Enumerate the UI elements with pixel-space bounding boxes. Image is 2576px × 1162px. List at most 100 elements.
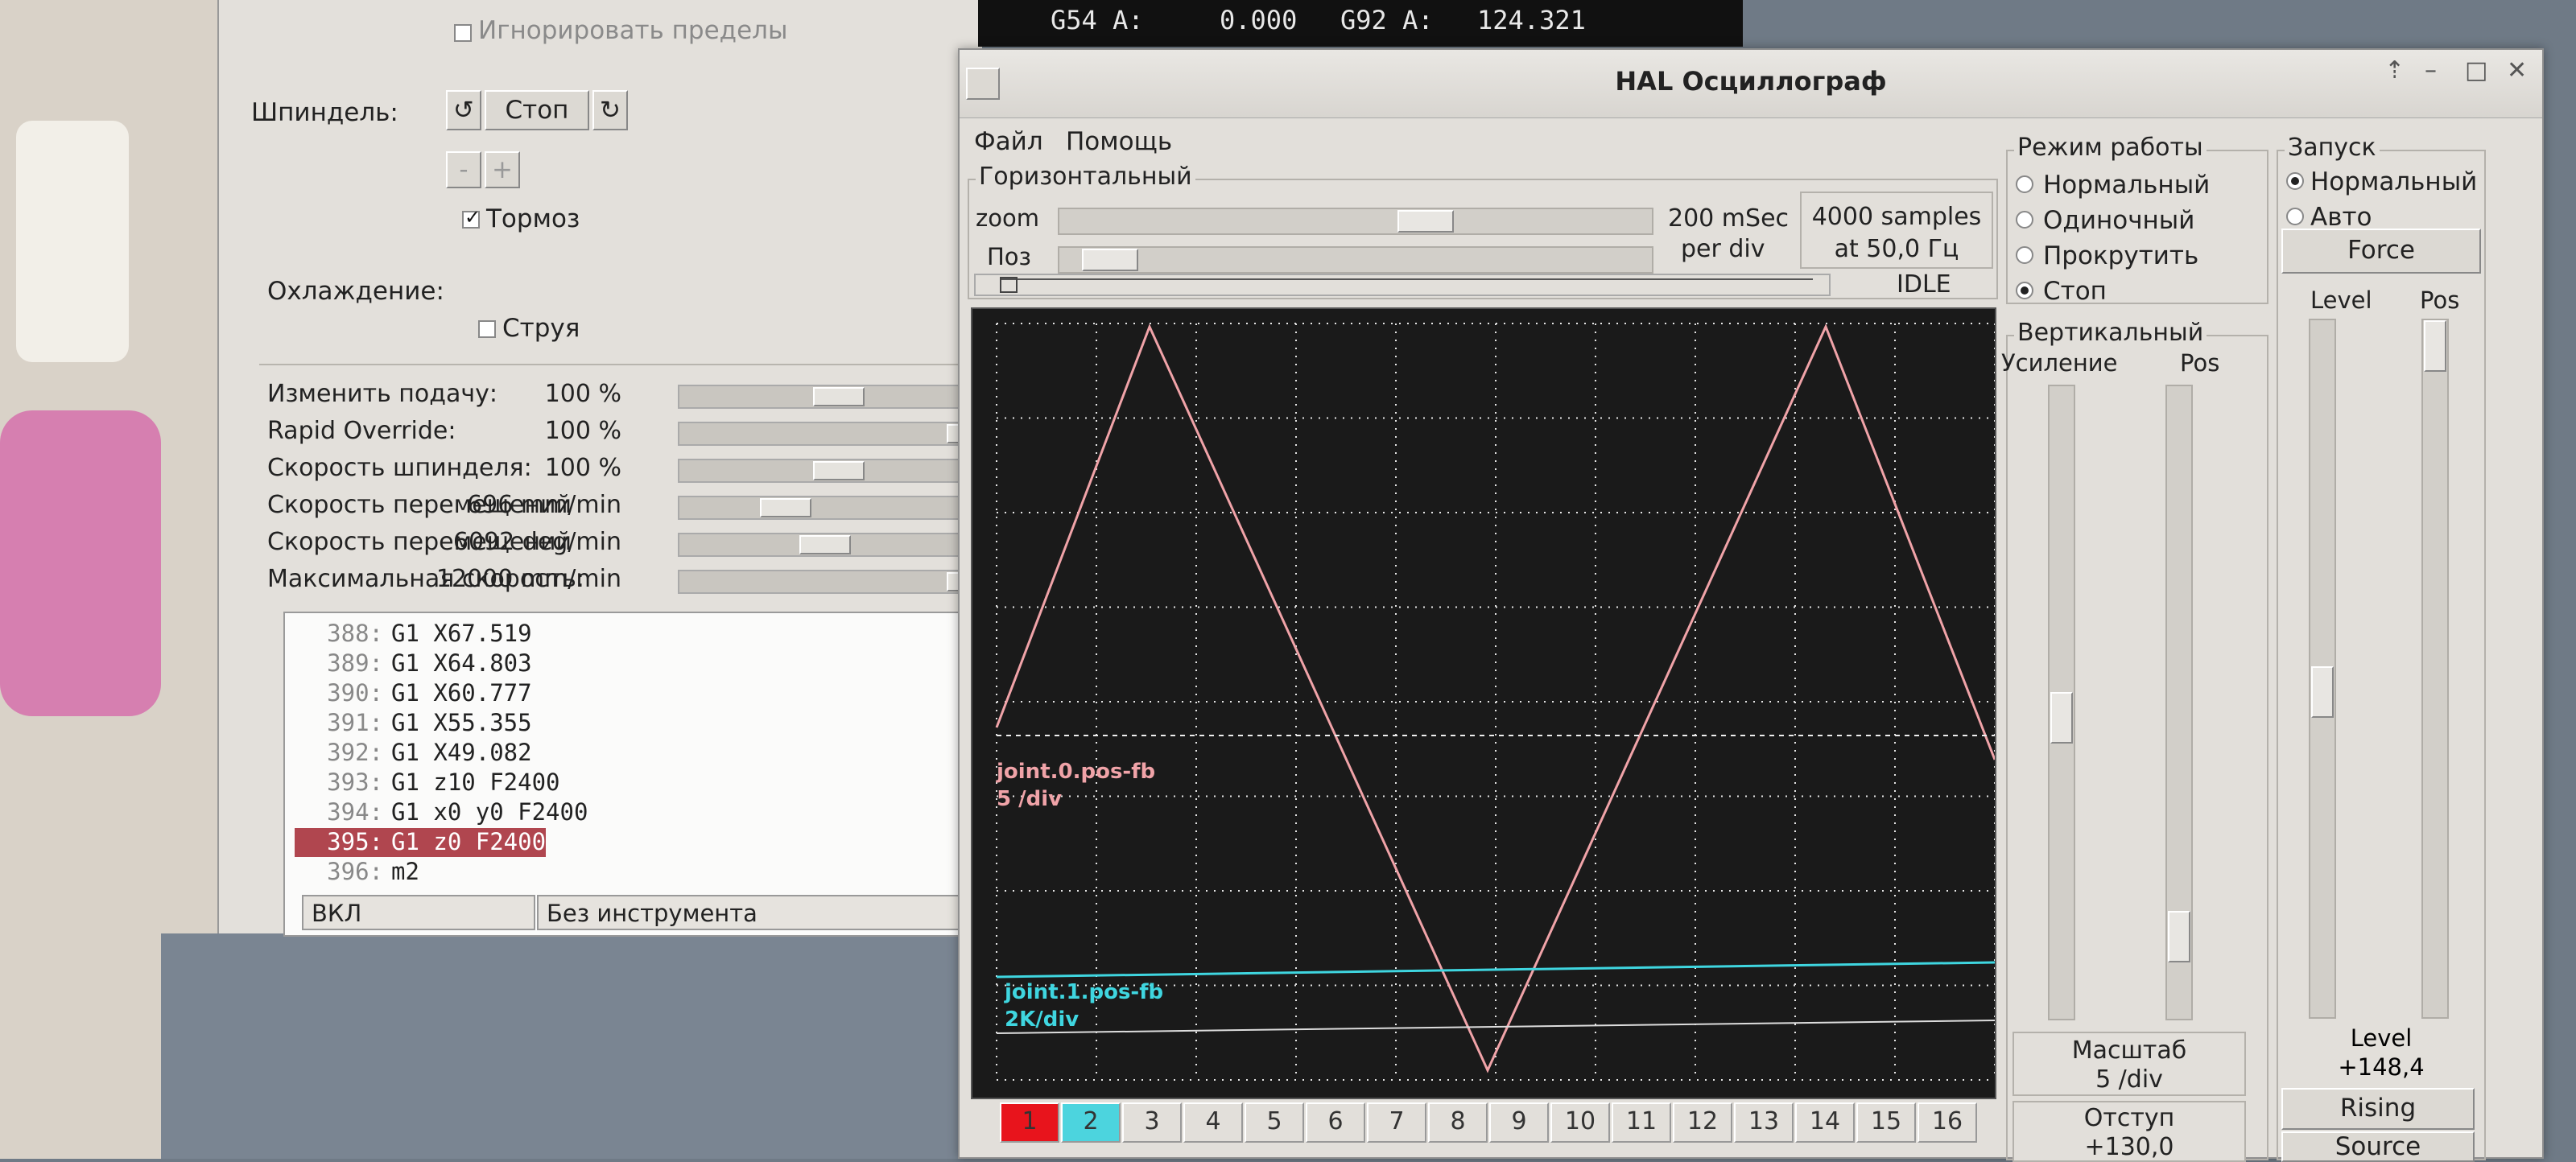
override-slider[interactable] (678, 459, 1000, 483)
mode-option-label[interactable]: Прокрутить (2043, 241, 2198, 270)
gcode-line[interactable]: 389: G1 X64.803 (295, 649, 532, 678)
dro-g54-a-label: G54 A: (1051, 5, 1144, 35)
offset-box[interactable]: Отступ +130,0 (2013, 1101, 2246, 1162)
gcode-listing[interactable]: 388: G1 X67.519 389: G1 X64.803 390: G1 X60.7… (283, 612, 971, 937)
spindle-stop-button[interactable]: Стоп (485, 90, 589, 130)
mode-option-label[interactable]: Нормальный (2043, 171, 2210, 200)
trigger-level-thumb[interactable] (2311, 666, 2334, 718)
override-value: 100 % (544, 454, 621, 482)
channel-button-4[interactable]: 4 (1183, 1102, 1243, 1143)
scale-box[interactable]: Масштаб 5 /div (2013, 1032, 2246, 1096)
vpos-thumb[interactable] (2168, 911, 2190, 962)
gcode-line[interactable]: 392: G1 X49.082 (295, 739, 531, 768)
override-slider[interactable] (678, 496, 1000, 520)
gcode-line[interactable]: 390: G1 X60.777 (295, 679, 531, 708)
dro-g92-a-value: 124.321 (1477, 5, 1586, 35)
gcode-line[interactable]: 394: G1 x0 y0 F2400 (295, 798, 588, 827)
record-marker[interactable] (1000, 277, 1018, 293)
channel-button-15[interactable]: 15 (1856, 1102, 1916, 1143)
menu-help[interactable]: Помощь (1066, 127, 1172, 156)
minimize-icon[interactable]: – (2425, 56, 2437, 84)
gcode-line-code: G1 x0 y0 F2400 (391, 798, 588, 826)
mode-radio[interactable] (2016, 282, 2033, 299)
mode-option-label[interactable]: Стоп (2043, 277, 2107, 306)
override-slider[interactable] (678, 570, 1000, 594)
run-title: Запуск (2285, 134, 2380, 162)
rate-line2: per div (1681, 235, 1765, 263)
trigger-level-value: +148,4 (2338, 1053, 2425, 1081)
channel-button-1[interactable]: 1 (1000, 1102, 1059, 1143)
channel-button-16[interactable]: 16 (1918, 1102, 1977, 1143)
pos-slider[interactable] (1058, 246, 1653, 274)
run-mode-radio[interactable] (2286, 208, 2304, 225)
channel-button-12[interactable]: 12 (1673, 1102, 1732, 1143)
gcode-line[interactable]: 393: G1 z10 F2400 (295, 768, 560, 797)
flood-checkbox[interactable] (478, 320, 496, 338)
ignore-limits-checkbox[interactable] (454, 24, 472, 42)
zoom-slider[interactable] (1058, 208, 1653, 235)
scope-display[interactable]: joint.0.pos-fb 5 /div joint.1.pos-fb 2K/… (971, 307, 1996, 1099)
spindle-ccw-button[interactable]: ↺ (446, 90, 481, 130)
trigger-pos-thumb[interactable] (2424, 320, 2446, 372)
mode-radio[interactable] (2016, 175, 2033, 193)
dro-display: G54 A: 0.000 G92 A: 124.321 (978, 0, 1743, 47)
run-mode-option-label[interactable]: Авто (2310, 203, 2372, 232)
gain-slider[interactable] (2048, 385, 2075, 1020)
run-mode-option-label[interactable]: Нормальный (2310, 167, 2477, 196)
gcode-line-code: G1 z10 F2400 (391, 768, 560, 796)
spindle-minus-button[interactable]: - (446, 151, 481, 188)
rate-line1: 200 mSec (1668, 204, 1790, 233)
override-slider-thumb[interactable] (799, 535, 851, 554)
gain-thumb[interactable] (2050, 692, 2073, 744)
gcode-line-active[interactable]: 395: G1 z0 F2400 (295, 828, 547, 857)
samples-box[interactable]: 4000 samples at 50,0 Гц (1800, 192, 1993, 269)
channel-button-5[interactable]: 5 (1245, 1102, 1304, 1143)
mode-option-label[interactable]: Одиночный (2043, 206, 2194, 235)
dro-g92-a-label: G92 A: (1340, 5, 1434, 35)
trigger-edge-button[interactable]: Rising (2281, 1088, 2475, 1130)
trace-1-name: joint.1.pos-fb (1005, 980, 1164, 1004)
trigger-pos-slider[interactable] (2421, 319, 2449, 1019)
channel-button-14[interactable]: 14 (1795, 1102, 1855, 1143)
gcode-line[interactable]: 388: G1 X67.519 (295, 620, 531, 649)
status-bar: ВКЛ Без инструмента (302, 895, 1100, 932)
override-slider[interactable] (678, 385, 1000, 409)
mode-group: Режим работы Нормальный Одиночный Прокрути… (2006, 134, 2268, 306)
maximize-icon[interactable]: □ (2465, 56, 2487, 84)
mode-radio[interactable] (2016, 246, 2033, 264)
brake-checkbox[interactable] (462, 206, 481, 229)
record-position-bar[interactable] (974, 274, 1831, 296)
spindle-cw-button[interactable]: ↻ (592, 90, 628, 130)
channel-button-9[interactable]: 9 (1489, 1102, 1549, 1143)
gcode-line[interactable]: 391: G1 X55.355 (295, 709, 531, 738)
override-slider[interactable] (678, 533, 1000, 557)
override-row: Максимальная скорость: 12000 mm/min (267, 563, 1000, 599)
override-slider-thumb[interactable] (813, 387, 865, 406)
close-icon[interactable]: ✕ (2507, 56, 2527, 84)
run-mode-radio[interactable] (2286, 172, 2304, 190)
override-slider-thumb[interactable] (760, 498, 811, 517)
window-up-icon[interactable]: ⇡ (2384, 56, 2405, 84)
zoom-slider-thumb[interactable] (1397, 210, 1454, 233)
channel-button-10[interactable]: 10 (1550, 1102, 1610, 1143)
spindle-plus-button[interactable]: + (485, 151, 520, 188)
channel-button-7[interactable]: 7 (1367, 1102, 1426, 1143)
channel-button-3[interactable]: 3 (1122, 1102, 1182, 1143)
gcode-line-code: G1 X64.803 (391, 649, 532, 677)
channel-button-8[interactable]: 8 (1428, 1102, 1488, 1143)
channel-button-2[interactable]: 2 (1061, 1102, 1121, 1143)
pos-slider-thumb[interactable] (1082, 249, 1138, 271)
override-slider[interactable] (678, 422, 1000, 446)
gcode-line[interactable]: 396: m2 (295, 858, 419, 887)
menu-file[interactable]: Файл (974, 127, 1043, 156)
channel-button-13[interactable]: 13 (1734, 1102, 1794, 1143)
override-value: 100 % (544, 417, 621, 445)
channel-button-6[interactable]: 6 (1306, 1102, 1365, 1143)
force-button[interactable]: Force (2281, 229, 2481, 274)
mode-radio[interactable] (2016, 211, 2033, 229)
override-slider-thumb[interactable] (813, 461, 865, 480)
trigger-source-button[interactable]: Source (2281, 1131, 2475, 1162)
vpos-slider[interactable] (2165, 385, 2193, 1020)
trigger-level-slider[interactable] (2309, 319, 2336, 1019)
channel-button-11[interactable]: 11 (1612, 1102, 1671, 1143)
